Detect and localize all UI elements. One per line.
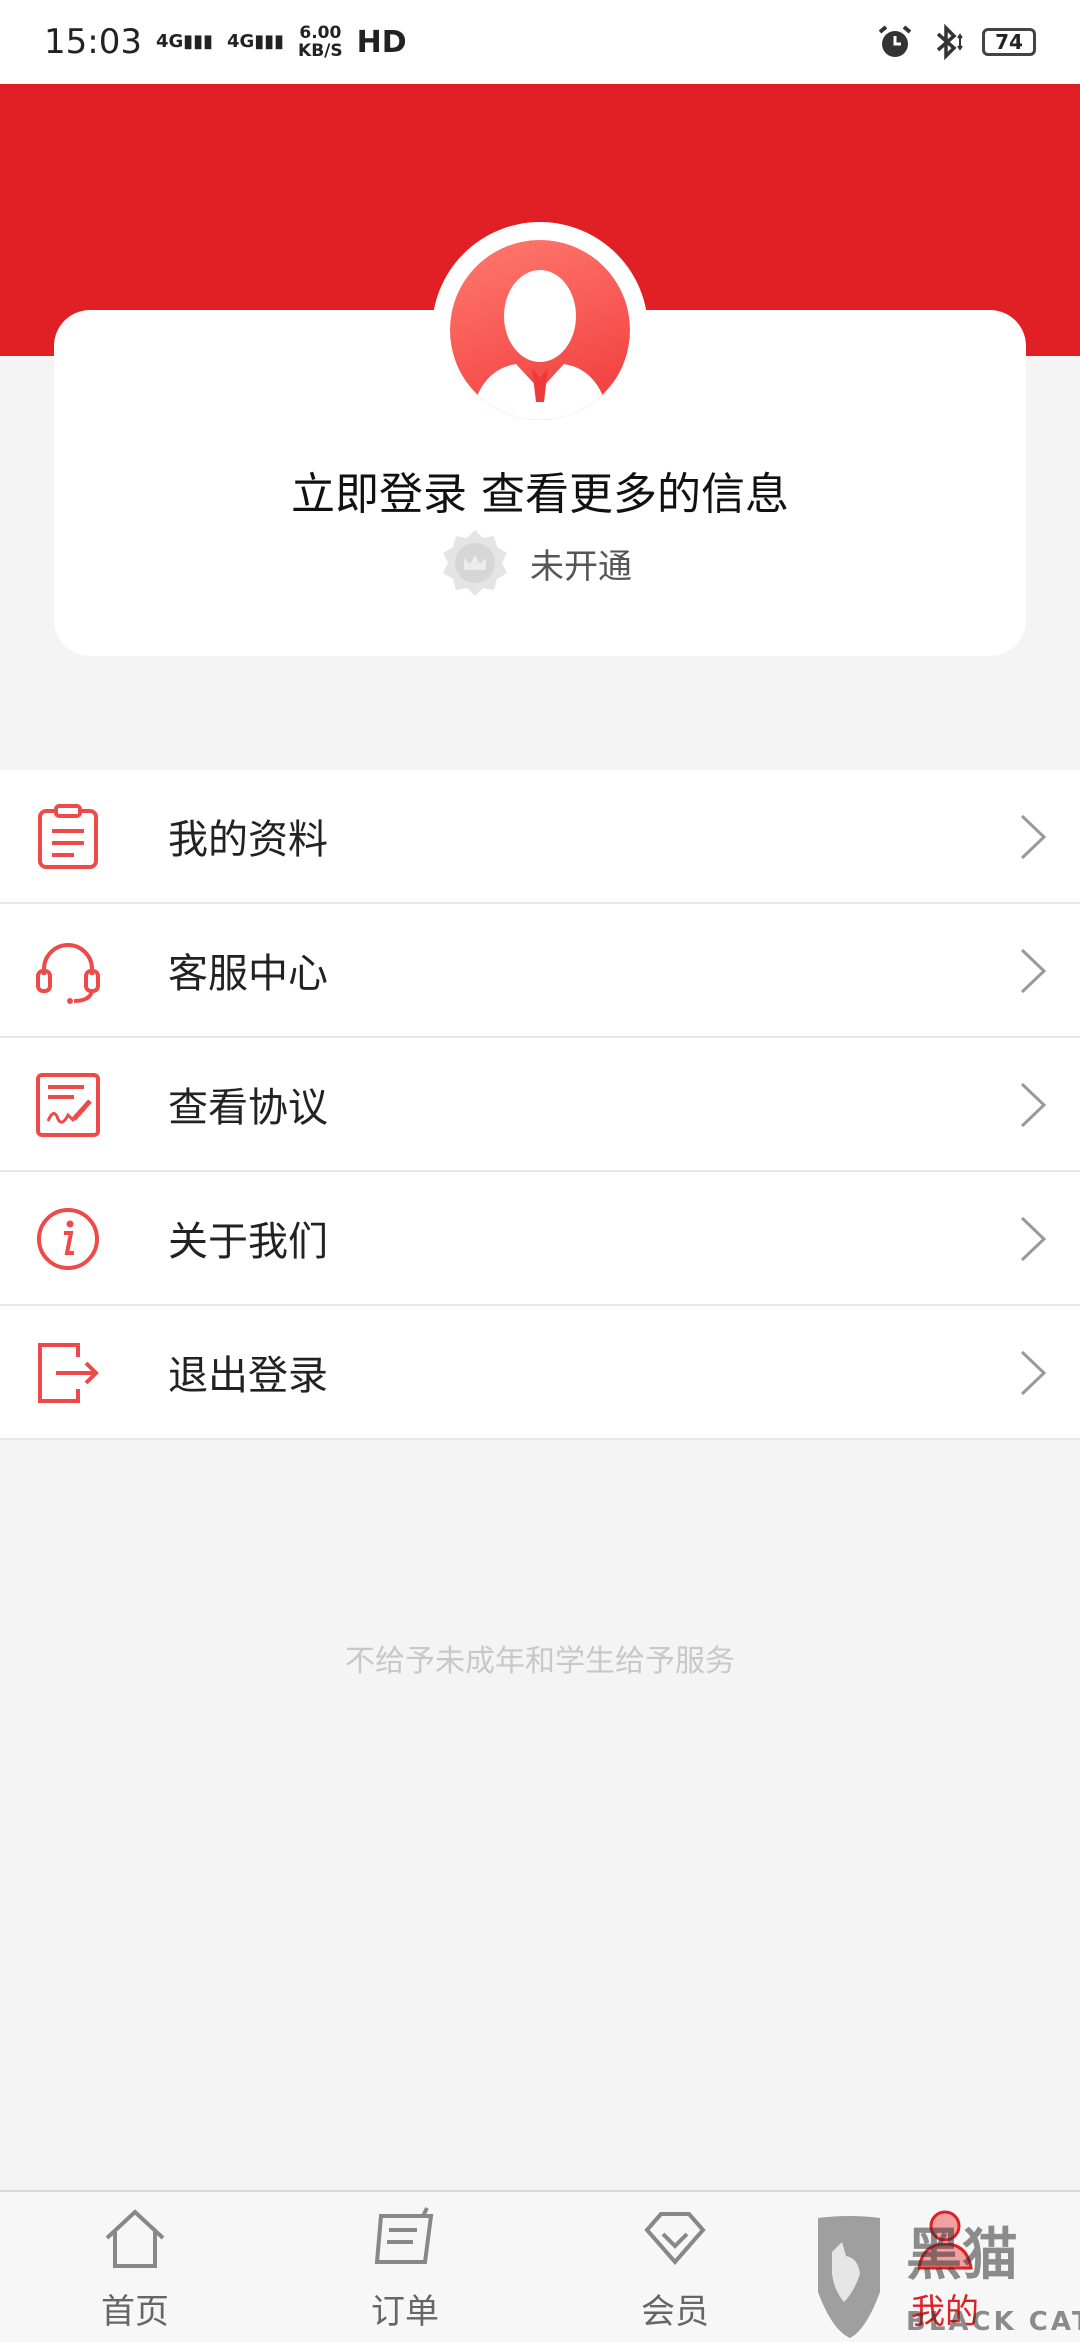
menu-item-about[interactable]: 关于我们 xyxy=(0,1172,1080,1306)
settings-menu: 我的资料 客服中心 查看协议 关于我们 退出登录 xyxy=(0,770,1080,1440)
signal-2-icon: 4G▮▮▮ xyxy=(227,31,285,52)
tab-order[interactable]: 订单 xyxy=(270,2192,540,2342)
login-prompt[interactable]: 立即登录 查看更多的信息 xyxy=(0,458,1080,522)
menu-item-agreement[interactable]: 查看协议 xyxy=(0,1038,1080,1172)
avatar-person-icon xyxy=(470,270,610,420)
tab-label: 首页 xyxy=(101,2292,169,2332)
signal-1-icon: 4G▮▮▮ xyxy=(155,31,214,52)
chevron-right-icon xyxy=(1020,1216,1047,1262)
menu-item-label: 客服中心 xyxy=(168,951,328,997)
agreement-icon xyxy=(36,1073,100,1137)
chevron-right-icon xyxy=(1020,1082,1047,1128)
menu-item-label: 关于我们 xyxy=(168,1219,328,1265)
hd-indicator: HD xyxy=(356,24,407,60)
chevron-right-icon xyxy=(1020,948,1047,994)
tab-label: 会员 xyxy=(641,2292,709,2332)
menu-item-label: 我的资料 xyxy=(168,817,328,863)
status-bar: 15:03 4G▮▮▮ 4G▮▮▮ 6.00 KB/S HD 74 xyxy=(0,0,1080,84)
home-icon xyxy=(105,2209,165,2268)
black-cat-watermark: 黑猫 BLACK CAT xyxy=(818,2216,1080,2338)
signal-2-label: 4G xyxy=(227,31,255,52)
battery-icon: 74 xyxy=(982,28,1036,56)
watermark-text: 黑猫 xyxy=(906,2223,1018,2288)
tab-member[interactable]: 会员 xyxy=(540,2192,810,2342)
menu-item-customer-service[interactable]: 客服中心 xyxy=(0,904,1080,1038)
tab-home[interactable]: 首页 xyxy=(0,2192,270,2342)
status-left: 15:03 4G▮▮▮ 4G▮▮▮ 6.00 KB/S HD xyxy=(44,22,407,62)
headset-icon xyxy=(36,943,100,1004)
menu-item-label: 查看协议 xyxy=(168,1085,328,1131)
network-speed: 6.00 KB/S xyxy=(298,24,343,60)
member-icon xyxy=(644,2212,706,2266)
chevron-right-icon xyxy=(1020,1350,1047,1396)
tab-label: 订单 xyxy=(371,2292,439,2332)
status-right: 74 xyxy=(876,22,1036,62)
vip-status-label: 未开通 xyxy=(530,546,632,587)
menu-item-label: 退出登录 xyxy=(168,1353,328,1399)
logout-icon xyxy=(38,1343,99,1403)
avatar[interactable] xyxy=(450,240,630,420)
speed-unit: KB/S xyxy=(298,41,343,61)
service-notice: 不给予未成年和学生给予服务 xyxy=(345,1644,735,1679)
bluetooth-icon xyxy=(936,23,963,61)
menu-item-profile[interactable]: 我的资料 xyxy=(0,770,1080,904)
menu-item-logout[interactable]: 退出登录 xyxy=(0,1306,1080,1440)
clipboard-icon xyxy=(38,804,98,869)
watermark-subtext: BLACK CAT xyxy=(906,2307,1080,2337)
vip-status-row: 未开通 xyxy=(440,528,632,598)
speed-value: 6.00 xyxy=(299,23,342,43)
vip-crown-badge-icon xyxy=(443,530,507,596)
alarm-icon xyxy=(878,25,912,57)
signal-1-label: 4G xyxy=(155,31,184,52)
clock: 15:03 xyxy=(44,22,142,62)
info-icon xyxy=(37,1208,99,1270)
chevron-right-icon xyxy=(1020,814,1047,860)
order-icon xyxy=(374,2207,434,2264)
